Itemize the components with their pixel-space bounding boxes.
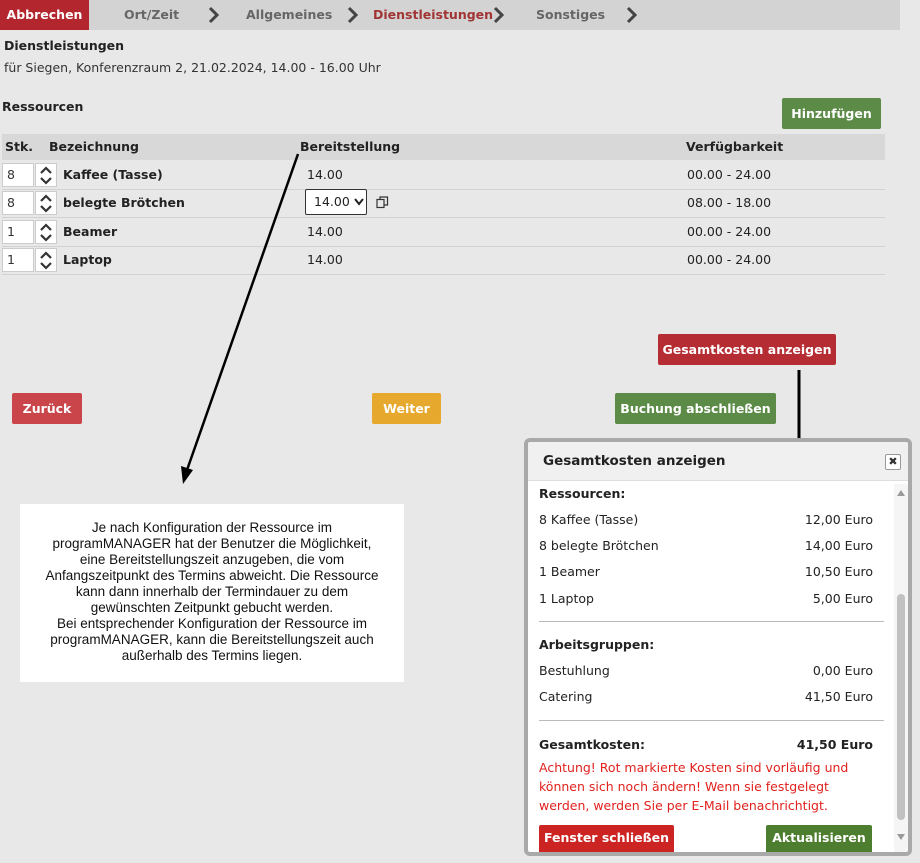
add-button[interactable]: Hinzufügen [782, 98, 881, 129]
column-header-qty: Stk. [5, 139, 34, 154]
copy-icon[interactable] [376, 196, 389, 209]
column-header-provision: Bereitstellung [300, 139, 401, 154]
quantity-stepper[interactable] [35, 248, 57, 272]
next-button[interactable]: Weiter [372, 393, 441, 424]
dialog-title: Gesamtkosten anzeigen [543, 453, 726, 469]
resource-name: Beamer [63, 224, 118, 239]
table-row: 8 belegte Brötchen 08.00 - 18.00 [2, 189, 885, 218]
cost-item-amount: 14,00 Euro [804, 538, 873, 553]
warning-text: Achtung! Rot markierte Kosten sind vorlä… [539, 760, 849, 813]
update-button[interactable]: Aktualisieren [766, 825, 872, 852]
show-total-button[interactable]: Gesamtkosten anzeigen [658, 334, 836, 365]
cost-item-label: 1 Laptop [539, 591, 594, 606]
step-allgemeines[interactable]: Allgemeines [246, 0, 332, 30]
scroll-down-icon[interactable] [897, 834, 905, 840]
quantity-input[interactable]: 1 [2, 248, 34, 272]
quantity-stepper[interactable] [35, 163, 57, 187]
chevron-right-icon [493, 6, 505, 24]
section-title: Dienstleistungen [4, 38, 125, 53]
quantity-stepper[interactable] [35, 191, 57, 215]
chevron-right-icon [347, 6, 359, 24]
provision-time: 14.00 [307, 167, 343, 182]
back-button[interactable]: Zurück [12, 393, 82, 424]
note-line: Anfangszeitpunkt des Termins abweicht. D… [45, 568, 379, 583]
table-row: 8 Kaffee (Tasse) 14.00 00.00 - 24.00 [2, 161, 885, 190]
close-dialog-button[interactable]: Fenster schließen [539, 825, 674, 852]
quantity-input[interactable]: 1 [2, 220, 34, 244]
provision-time: 14.00 [307, 224, 343, 239]
resource-name: Laptop [63, 252, 112, 267]
note-line: programMANAGER, kann die Bereitstellungs… [50, 632, 374, 647]
total-amount: 41,50 Euro [796, 737, 873, 752]
cost-item-label: Bestuhlung [539, 663, 610, 678]
resources-title: Ressourcen [2, 99, 84, 114]
note-line: Bei entsprechender Konfiguration der Res… [57, 616, 367, 631]
availability: 00.00 - 24.00 [687, 252, 772, 267]
availability: 00.00 - 24.00 [687, 167, 772, 182]
table-header: Stk. Bezeichnung Bereitstellung Verfügba… [2, 134, 885, 160]
spinner-arrows-icon [40, 194, 52, 213]
column-header-availability: Verfügbarkeit [686, 139, 784, 154]
note-line: eine Bereitstellungszeit anzugeben, die … [79, 552, 345, 567]
total-cost-dialog: Gesamtkosten anzeigen ✖ Ressourcen: 8 Ka… [524, 438, 912, 856]
cost-item-amount: 0,00 Euro [812, 663, 873, 678]
column-header-name: Bezeichnung [49, 139, 139, 154]
resource-name: Kaffee (Tasse) [63, 167, 163, 182]
scrollbar-thumb[interactable] [897, 594, 905, 820]
cost-item-amount: 5,00 Euro [812, 591, 873, 606]
divider [539, 621, 884, 622]
chevron-right-icon [208, 6, 220, 24]
spinner-arrows-icon [40, 223, 52, 242]
cost-item-label: 8 belegte Brötchen [539, 538, 659, 553]
quantity-input[interactable]: 8 [2, 191, 34, 215]
provision-time-select[interactable]: 14.00 [305, 189, 367, 215]
quantity-stepper[interactable] [35, 220, 57, 244]
note-line: programMANAGER hat der Benutzer die Mögl… [52, 536, 372, 551]
provision-time: 14.00 [307, 252, 343, 267]
note-line: Je nach Konfiguration der Ressource im [91, 520, 333, 535]
table-row: 1 Beamer 14.00 00.00 - 24.00 [2, 218, 885, 247]
step-sonstiges[interactable]: Sonstiges [536, 0, 605, 30]
availability: 08.00 - 18.00 [687, 195, 772, 210]
divider [539, 720, 884, 721]
chevron-down-icon [354, 198, 364, 206]
table-row: 1 Laptop 14.00 00.00 - 24.00 [2, 246, 885, 275]
spinner-arrows-icon [40, 251, 52, 270]
resources-header: Ressourcen: [539, 486, 626, 501]
note-line: gewünschten Zeitpunkt gebucht werden. [90, 600, 334, 615]
total-label: Gesamtkosten: [539, 737, 645, 752]
chevron-right-icon [626, 6, 638, 24]
groups-header: Arbeitsgruppen: [539, 637, 655, 652]
scroll-up-icon[interactable] [897, 490, 905, 496]
close-icon[interactable]: ✖ [885, 454, 901, 470]
annotation-note: Je nach Konfiguration der Ressource im p… [20, 504, 404, 682]
step-ort-zeit[interactable]: Ort/Zeit [124, 0, 179, 30]
cost-item-amount: 41,50 Euro [804, 689, 873, 704]
step-dienstleistungen[interactable]: Dienstleistungen [373, 0, 493, 30]
section-subtitle: für Siegen, Konferenzraum 2, 21.02.2024,… [4, 60, 381, 75]
provision-time-value: 14.00 [314, 194, 350, 209]
quantity-input[interactable]: 8 [2, 163, 34, 187]
dialog-header: Gesamtkosten anzeigen ✖ [528, 442, 908, 481]
cost-item-amount: 12,00 Euro [804, 512, 873, 527]
cost-item-amount: 10,50 Euro [804, 564, 873, 579]
cost-item-label: Catering [539, 689, 593, 704]
finish-booking-button[interactable]: Buchung abschließen [615, 393, 776, 424]
cost-item-label: 1 Beamer [539, 564, 600, 579]
cancel-button[interactable]: Abbrechen [0, 0, 89, 30]
note-line: außerhalb des Termins liegen. [121, 648, 303, 663]
spinner-arrows-icon [40, 166, 52, 185]
note-line: kann dann innerhalb der Termindauer zu d… [75, 584, 349, 599]
cost-item-label: 8 Kaffee (Tasse) [539, 512, 639, 527]
availability: 00.00 - 24.00 [687, 224, 772, 239]
resource-name: belegte Brötchen [63, 195, 185, 210]
